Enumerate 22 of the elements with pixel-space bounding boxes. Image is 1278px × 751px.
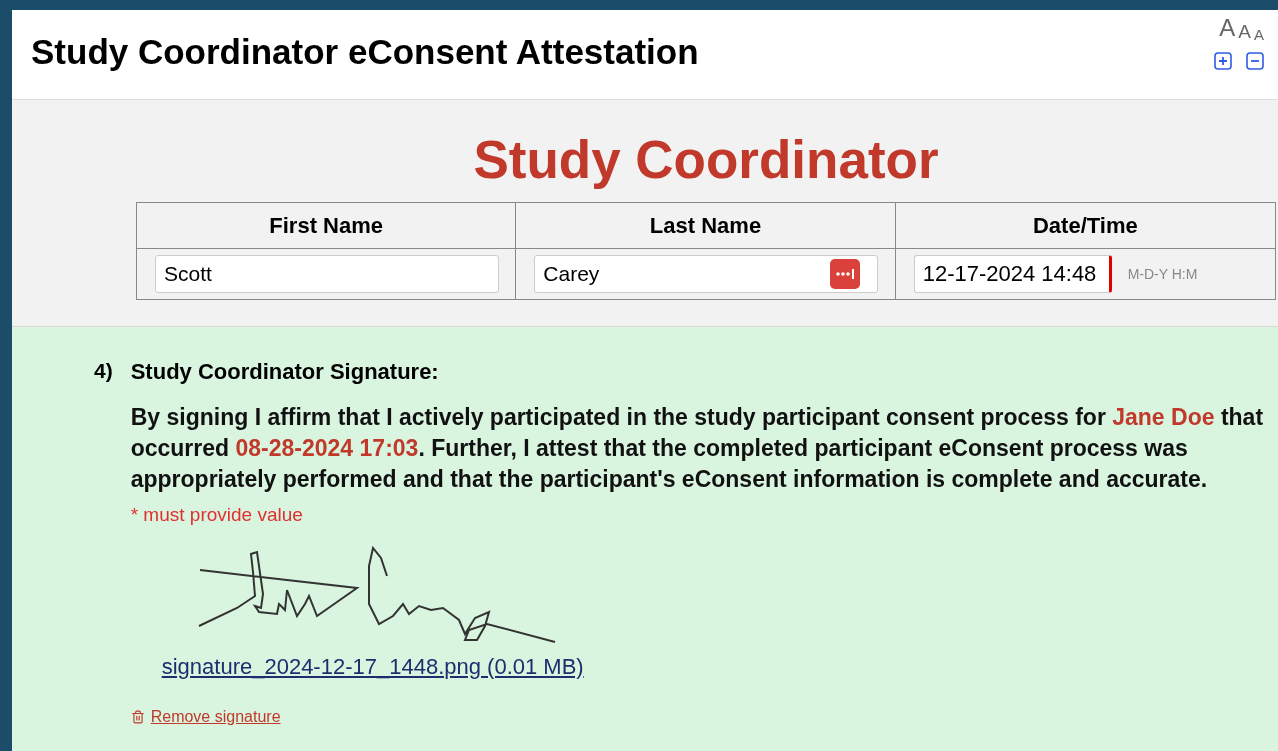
column-header: First Name xyxy=(137,203,517,249)
font-size-option[interactable]: A xyxy=(1219,10,1236,46)
column-header: Last Name xyxy=(516,203,896,249)
question-number: 4) xyxy=(94,358,113,384)
font-size-option[interactable]: A xyxy=(1254,23,1264,46)
attestation-statement: By signing I affirm that I actively participated in the study participant consent process for Jane Doe that occurred 08-28-2024 17:03. Further, I attest that the completed participant eConsent process was appropriately performed and that the participant's eConsent information is complete and accurate. xyxy=(130,403,1265,494)
column-header: Date/Time xyxy=(895,203,1275,249)
password-manager-icon[interactable] xyxy=(830,259,861,289)
last-name-field[interactable]: Carey xyxy=(534,255,879,293)
first-name-field[interactable]: Scott xyxy=(155,255,499,293)
page-title: Study Coordinator eConsent Attestation xyxy=(30,31,699,73)
question-label: Study Coordinator Signature: xyxy=(130,358,440,386)
required-note: * must provide value xyxy=(130,503,304,527)
zoom-out-icon[interactable] xyxy=(1246,52,1264,70)
signature-file-link[interactable]: signature_2024-12-17_1448.png (0.01 MB) xyxy=(161,649,584,683)
datetime-field[interactable]: 12-17-2024 14:48 xyxy=(913,255,1112,293)
format-hint: M-D-Y H:M xyxy=(1127,264,1198,284)
zoom-in-icon[interactable] xyxy=(1214,52,1232,70)
remove-signature-link[interactable]: Remove signature xyxy=(150,704,281,729)
trash-icon[interactable] xyxy=(130,709,145,724)
section-heading: Study Coordinator xyxy=(472,130,940,190)
font-size-option[interactable]: A xyxy=(1238,17,1251,46)
